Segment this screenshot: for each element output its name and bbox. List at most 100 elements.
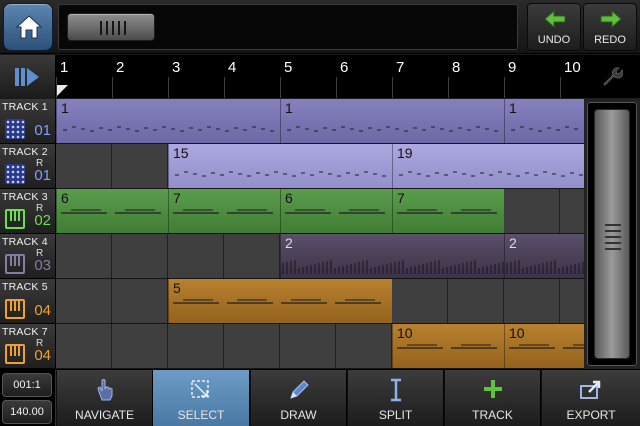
pattern-clip[interactable]: 15 [168, 144, 392, 188]
track-name: TRACK 4 [2, 236, 48, 248]
pattern-clip[interactable]: 1 [56, 99, 280, 143]
track-list: TRACK 1 01 1 1 1 TRACK 2 R 01 15 19 TRACK 3 R 02 6 7 6 7… [0, 99, 584, 369]
track-row: TRACK 4 R 03 2 2 [0, 234, 584, 279]
ruler-tick [112, 77, 113, 98]
undo-label: UNDO [537, 34, 571, 46]
pattern-clip[interactable]: 2 [504, 234, 584, 278]
clip-label: 1 [61, 100, 69, 116]
note-preview [285, 209, 385, 214]
track-name: TRACK 1 [2, 101, 48, 113]
home-button[interactable] [3, 3, 53, 51]
track-header[interactable]: TRACK 4 R 03 [0, 234, 56, 279]
track-header[interactable]: TRACK 5 04 [0, 279, 56, 324]
track-lane[interactable]: 10 10 [56, 324, 584, 369]
track-lane[interactable]: 6 7 6 7 [56, 189, 584, 234]
tempo-readout[interactable]: 140.00 [2, 400, 52, 424]
ruler-tick [560, 77, 561, 98]
track-lane[interactable]: 15 19 [56, 144, 584, 189]
draw-tool-button[interactable]: DRAW [251, 370, 347, 426]
overview-handle[interactable] [67, 13, 155, 41]
track-header[interactable]: TRACK 1 01 [0, 99, 56, 144]
ruler-bar-number: 5 [284, 59, 293, 76]
keyboard-icon [5, 344, 25, 364]
split-tool-button[interactable]: SPLIT [348, 370, 444, 426]
track-row: TRACK 7 R 04 10 10 [0, 324, 584, 369]
split-label: SPLIT [378, 408, 413, 422]
pattern-clip[interactable]: 19 [392, 144, 584, 188]
ruler-bar-number: 6 [340, 59, 349, 76]
track-lane[interactable]: 5 [56, 279, 584, 324]
ruler-bar-number: 1 [60, 59, 69, 76]
pattern-clip[interactable]: 7 [168, 189, 280, 233]
ruler-bar-number: 8 [452, 59, 461, 76]
pattern-clip[interactable]: 10 [504, 324, 584, 368]
drum-grid-icon [5, 119, 25, 139]
ruler-bar-number: 9 [508, 59, 517, 76]
wrench-icon [603, 67, 623, 86]
pattern-clip[interactable]: 7 [392, 189, 504, 233]
pattern-clip[interactable]: 1 [280, 99, 504, 143]
note-preview [287, 126, 498, 132]
clip-label: 6 [285, 190, 293, 206]
hand-pointer-icon [96, 379, 112, 401]
clip-label: 1 [285, 100, 293, 116]
ruler-tick [336, 77, 337, 98]
song-position-readout[interactable]: 001:1 [2, 373, 52, 397]
ruler-tick [448, 77, 449, 98]
select-label: SELECT [177, 408, 225, 422]
track-row: TRACK 3 R 02 6 7 6 7 [0, 189, 584, 234]
ruler-bar-number: 3 [172, 59, 181, 76]
export-icon [580, 380, 601, 399]
keyboard-icon [5, 209, 25, 229]
ruler-bar-number: 7 [396, 59, 405, 76]
vertical-scrollbar[interactable] [587, 102, 637, 366]
pattern-clip[interactable]: 2 [280, 234, 504, 278]
pattern-clip[interactable]: 1 [504, 99, 584, 143]
note-preview [61, 209, 161, 214]
settings-button[interactable] [584, 55, 640, 98]
track-header[interactable]: TRACK 2 R 01 [0, 144, 56, 189]
play-button[interactable] [0, 55, 56, 98]
song-overview-scrollbar[interactable] [58, 4, 518, 50]
pattern-clip[interactable]: 6 [280, 189, 392, 233]
track-name: TRACK 7 [2, 326, 48, 338]
navigate-tool-button[interactable]: NAVIGATE [57, 370, 153, 426]
ruler-tick [392, 77, 393, 98]
track-lane[interactable]: 22 [56, 234, 584, 279]
clip-label: 5 [173, 280, 181, 296]
timeline-ruler[interactable]: 1 2 3 4 5 6 7 8 9 10 [56, 55, 584, 98]
track-name: TRACK 5 [2, 281, 48, 293]
clip-label: 10 [397, 325, 413, 341]
track-header[interactable]: TRACK 7 R 04 [0, 324, 56, 369]
draw-label: DRAW [280, 408, 317, 422]
track-instrument-number: 01 [34, 122, 51, 139]
clip-label: 10 [509, 325, 525, 341]
select-tool-button[interactable]: SELECT [153, 370, 250, 426]
export-label: EXPORT [566, 408, 616, 422]
pattern-clip[interactable]: 5 [168, 279, 392, 323]
export-button[interactable]: EXPORT [542, 370, 640, 426]
plus-icon [483, 380, 502, 398]
undo-button[interactable]: UNDO [527, 3, 581, 51]
track-row: TRACK 5 04 5 [0, 279, 584, 324]
ruler-tick [56, 77, 57, 98]
track-row: TRACK 1 01 1 1 1 [0, 99, 584, 144]
ruler-bar-number: 4 [228, 59, 237, 76]
playhead-marker[interactable] [56, 85, 68, 97]
note-preview [399, 171, 583, 177]
note-preview [63, 126, 274, 132]
track-lane[interactable]: 1 1 1 [56, 99, 584, 144]
track-header[interactable]: TRACK 3 R 02 [0, 189, 56, 234]
track-instrument-number: 01 [34, 167, 51, 184]
add-track-button[interactable]: TRACK [445, 370, 541, 426]
pattern-clip[interactable]: 6 [56, 189, 168, 233]
clip-label: 7 [173, 190, 181, 206]
vertical-scroll-column [584, 99, 640, 369]
scrollbar-thumb[interactable] [594, 109, 630, 359]
keyboard-icon [5, 254, 25, 274]
redo-button[interactable]: REDO [583, 3, 637, 51]
ruler-bar-number: 10 [564, 59, 581, 76]
pattern-clip[interactable]: 10 [392, 324, 504, 368]
redo-label: REDO [594, 34, 626, 46]
track-name: TRACK 3 [2, 191, 48, 203]
